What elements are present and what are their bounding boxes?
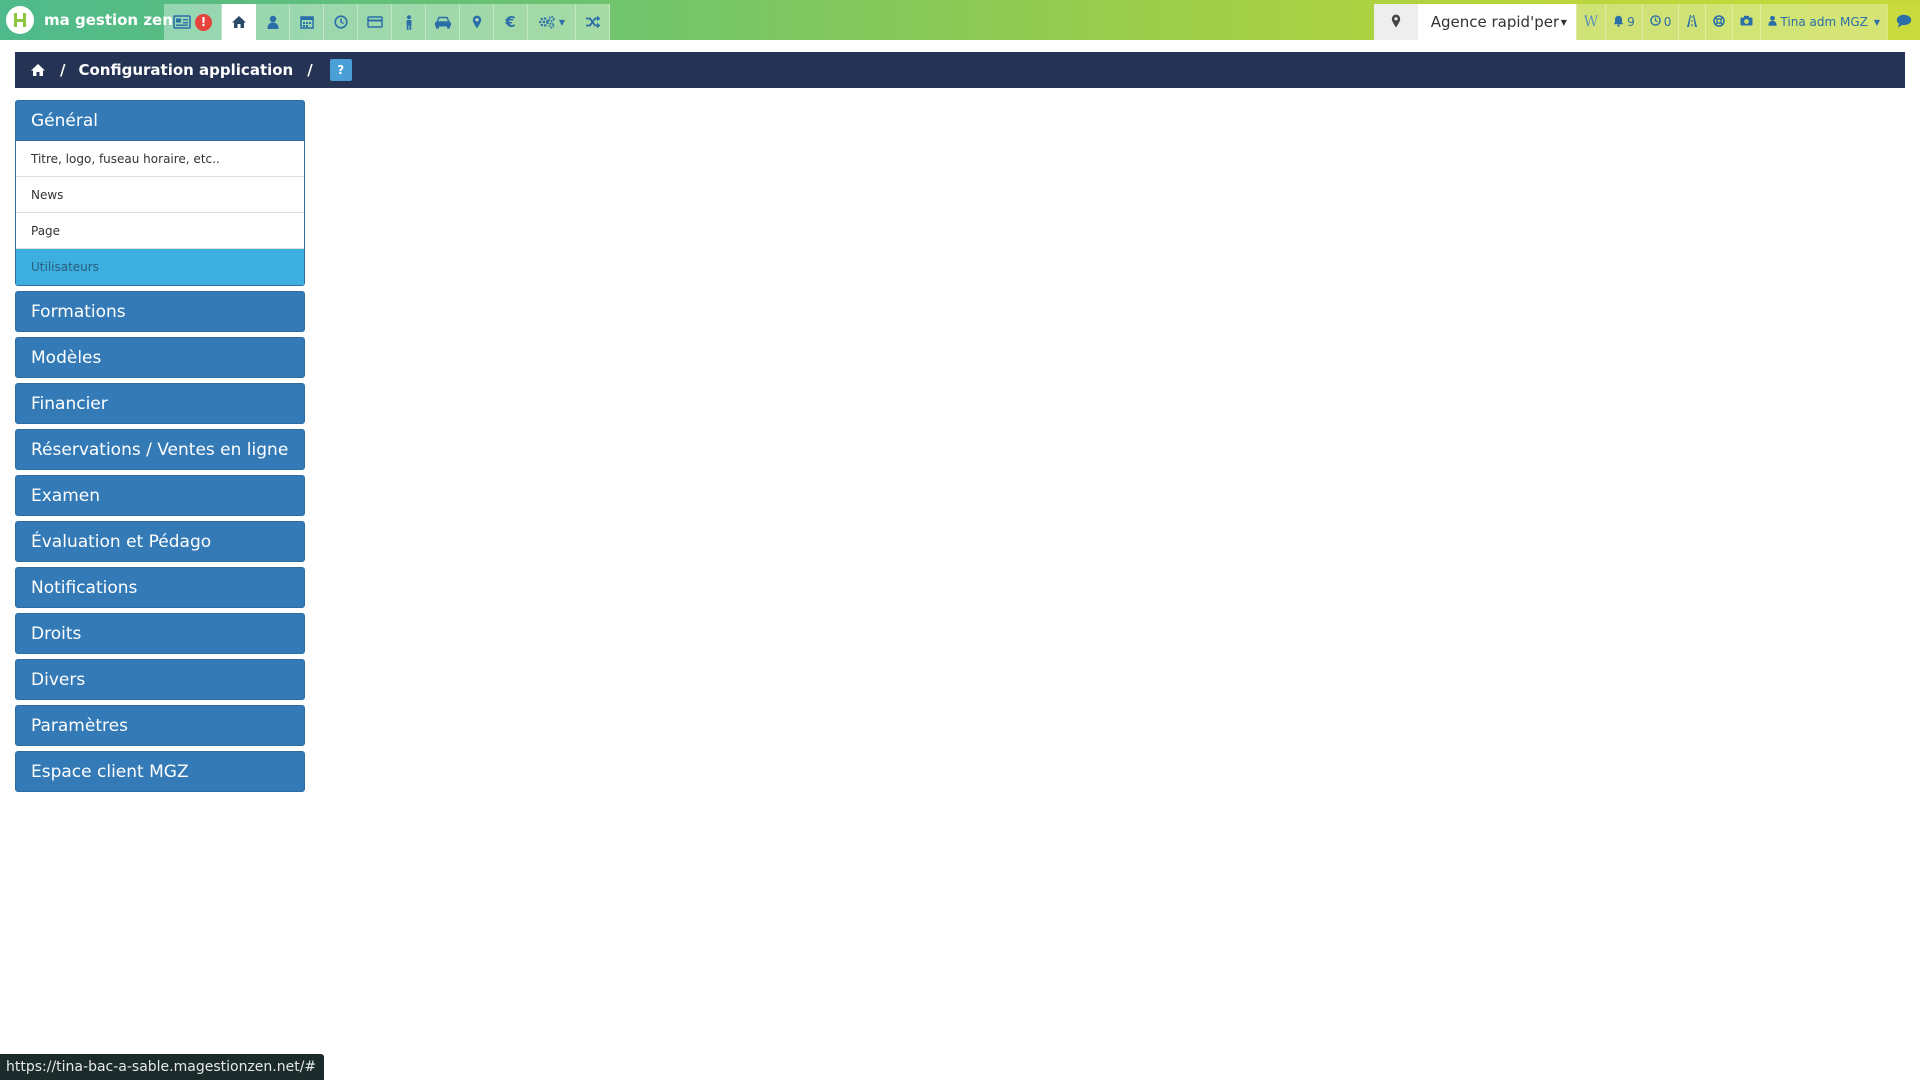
menu-group-formations: Formations	[15, 291, 305, 332]
caret-down-icon: ▼	[1560, 17, 1567, 27]
pending-button[interactable]: 0	[1641, 4, 1679, 40]
credit-card-icon	[366, 16, 383, 28]
menu-group-client-space: Espace client MGZ	[15, 751, 305, 792]
menu-header-formations[interactable]: Formations	[15, 291, 305, 332]
menu-group-parameters: Paramètres	[15, 705, 305, 746]
submenu-item-page[interactable]: Page	[16, 213, 304, 249]
support-button[interactable]	[1705, 4, 1733, 40]
road-button[interactable]	[1678, 4, 1706, 40]
nav-time[interactable]	[324, 4, 358, 40]
menu-group-evaluation: Évaluation et Pédago	[15, 521, 305, 562]
breadcrumb-current: Configuration application	[78, 61, 294, 79]
clock-icon	[333, 15, 348, 29]
menu-header-evaluation[interactable]: Évaluation et Pédago	[15, 521, 305, 562]
brand-logo-icon	[6, 6, 34, 34]
nav-vehicles[interactable]	[426, 4, 460, 40]
nav-switch[interactable]	[576, 4, 610, 40]
menu-group-reservations: Réservations / Ventes en ligne	[15, 429, 305, 470]
menu-group-notifications: Notifications	[15, 567, 305, 608]
menu-header-parameters[interactable]: Paramètres	[15, 705, 305, 746]
menu-group-rights: Droits	[15, 613, 305, 654]
submenu-item-title-logo[interactable]: Titre, logo, fuseau horaire, etc..	[16, 141, 304, 177]
nav-finance[interactable]: €	[494, 4, 528, 40]
user-nav: Agence rapid'permis ▼ W 9 0	[1373, 4, 1920, 40]
location-button[interactable]	[1373, 4, 1418, 40]
nav-calendar[interactable]	[290, 4, 324, 40]
euro-icon: €	[505, 13, 516, 31]
config-sidemenu: Général Titre, logo, fuseau horaire, etc…	[15, 100, 305, 797]
news-icon	[173, 15, 191, 29]
shuffle-icon	[585, 15, 601, 29]
menu-header-client-space[interactable]: Espace client MGZ	[15, 751, 305, 792]
notifications-button[interactable]: 9	[1605, 4, 1642, 40]
wiki-icon: W	[1583, 14, 1599, 30]
breadcrumb: / Configuration application / ?	[15, 52, 1905, 88]
submenu-general: Titre, logo, fuseau horaire, etc.. News …	[15, 141, 305, 286]
bell-icon	[1613, 15, 1624, 30]
settings-icon	[538, 15, 556, 29]
nav-students[interactable]	[256, 4, 290, 40]
caret-down-icon: ▼	[1873, 17, 1880, 27]
brand[interactable]: ma gestion zen	[6, 6, 173, 34]
nav-instructors[interactable]	[392, 4, 426, 40]
clock-icon	[1650, 15, 1661, 29]
nav-payments[interactable]	[358, 4, 392, 40]
home-icon	[231, 15, 247, 29]
menu-header-models[interactable]: Modèles	[15, 337, 305, 378]
menu-group-exam: Examen	[15, 475, 305, 516]
agency-select[interactable]: Agence rapid'permis ▼	[1417, 4, 1576, 40]
menu-header-exam[interactable]: Examen	[15, 475, 305, 516]
menu-header-rights[interactable]: Droits	[15, 613, 305, 654]
nav-home[interactable]	[222, 4, 256, 40]
menu-group-general: Général Titre, logo, fuseau horaire, etc…	[15, 100, 305, 286]
help-button[interactable]: ?	[329, 59, 352, 81]
wiki-link[interactable]: W	[1575, 4, 1606, 40]
menu-group-financial: Financier	[15, 383, 305, 424]
map-marker-icon	[472, 15, 482, 29]
menu-group-misc: Divers	[15, 659, 305, 700]
menu-header-general[interactable]: Général	[15, 100, 305, 141]
alert-badge: !	[195, 13, 212, 31]
notifications-count: 9	[1627, 15, 1635, 29]
nav-settings-dropdown[interactable]: ▼	[528, 4, 576, 40]
menu-header-financial[interactable]: Financier	[15, 383, 305, 424]
menu-header-reservations[interactable]: Réservations / Ventes en ligne	[15, 429, 305, 470]
home-icon[interactable]	[30, 63, 46, 77]
top-navbar: ma gestion zen ! € ▼ Agence rapid'per ▼ …	[0, 0, 1920, 40]
person-icon	[404, 14, 414, 30]
lifebuoy-icon	[1713, 14, 1726, 30]
pending-count: 0	[1663, 15, 1672, 29]
breadcrumb-separator: /	[307, 61, 313, 79]
road-icon	[1686, 14, 1698, 30]
agency-select-value: Agence rapid'permis	[1430, 13, 1559, 31]
nav-news[interactable]: !	[164, 4, 222, 40]
camera-icon	[1740, 15, 1753, 29]
nav-locations[interactable]	[460, 4, 494, 40]
caret-down-icon: ▼	[558, 17, 566, 27]
car-icon	[434, 16, 452, 29]
submenu-item-news[interactable]: News	[16, 177, 304, 213]
calendar-icon	[299, 15, 314, 29]
user-name: Tina adm MGZ	[1780, 15, 1868, 29]
submenu-item-users[interactable]: Utilisateurs	[16, 249, 304, 285]
browser-status-url: https://tina-bac-a-sable.magestionzen.ne…	[0, 1054, 325, 1080]
user-icon	[1768, 15, 1778, 29]
menu-header-notifications[interactable]: Notifications	[15, 567, 305, 608]
brand-name: ma gestion zen	[44, 11, 173, 29]
user-menu[interactable]: Tina adm MGZ ▼	[1760, 4, 1887, 40]
screenshot-button[interactable]	[1732, 4, 1761, 40]
map-marker-icon	[1391, 14, 1401, 31]
user-icon	[267, 15, 279, 29]
chat-icon	[1896, 14, 1912, 31]
menu-group-models: Modèles	[15, 337, 305, 378]
main-nav: ! € ▼	[164, 4, 610, 40]
breadcrumb-separator: /	[60, 61, 66, 79]
chat-button[interactable]	[1887, 4, 1920, 40]
menu-header-misc[interactable]: Divers	[15, 659, 305, 700]
